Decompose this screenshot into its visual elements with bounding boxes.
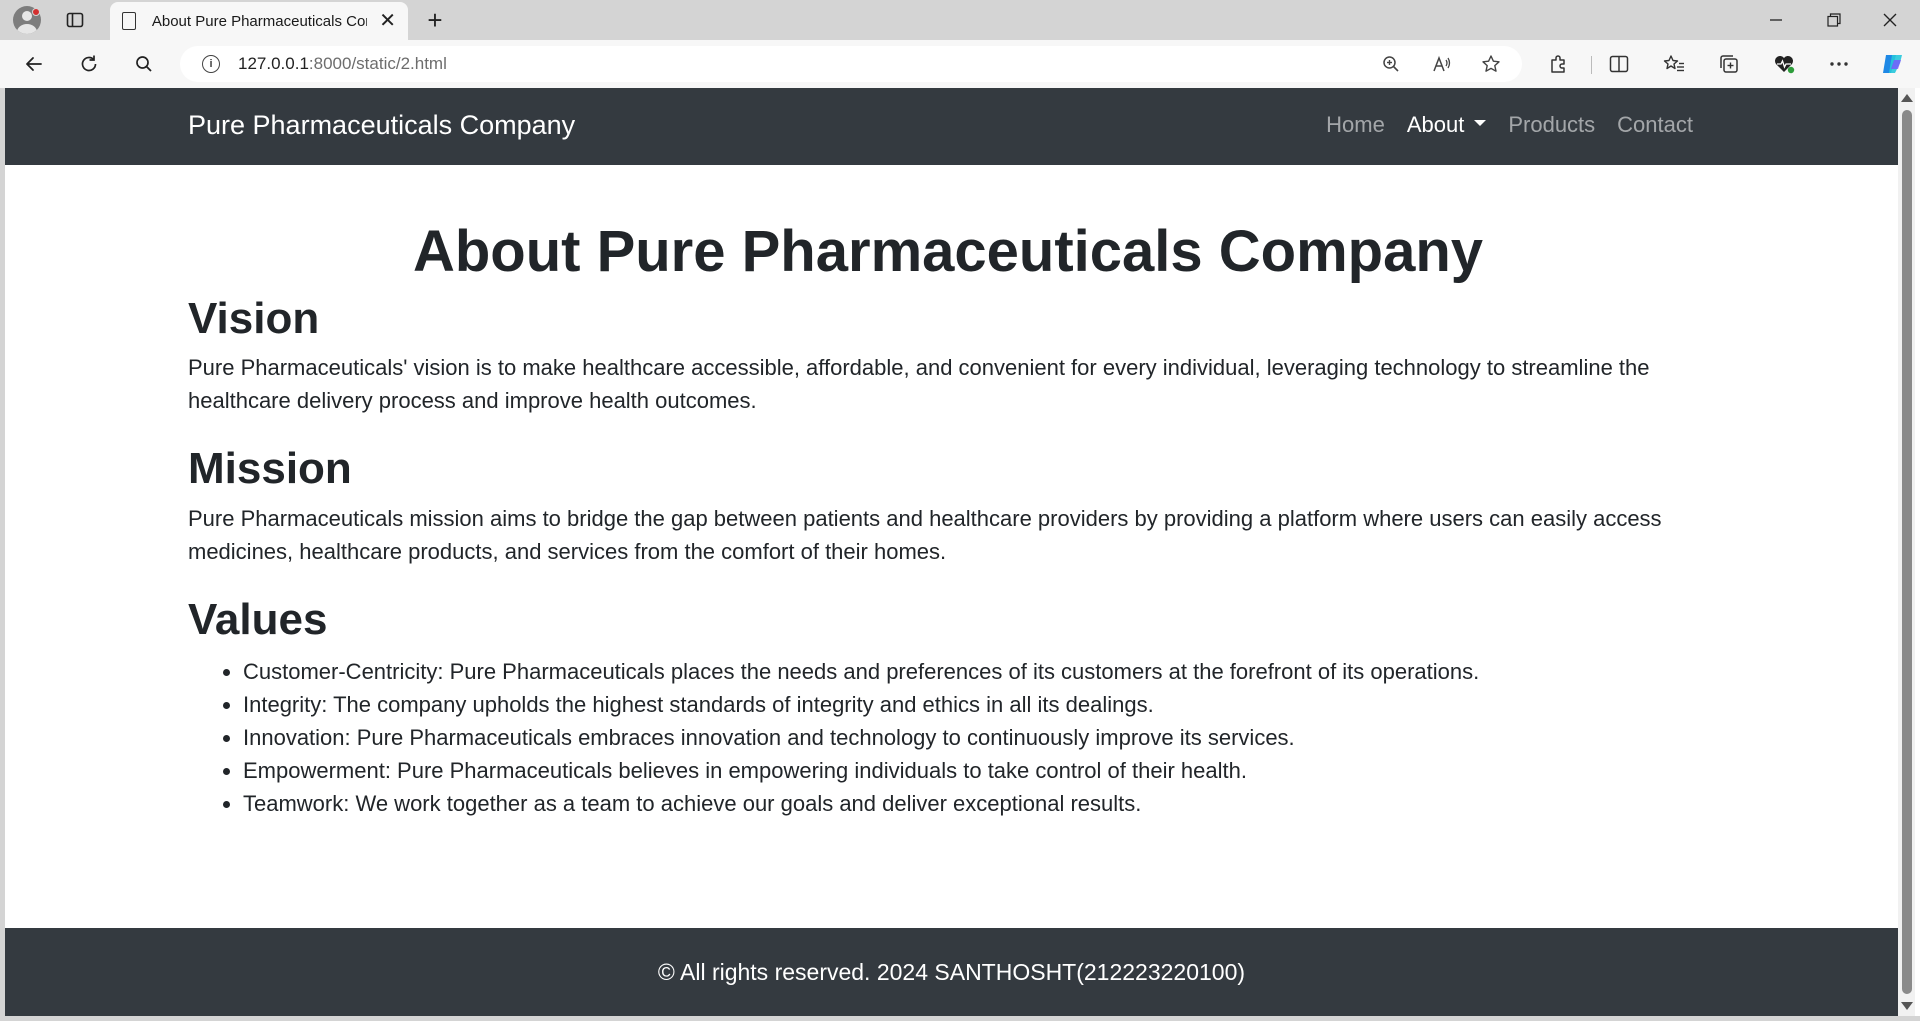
navbar-brand[interactable]: Pure Pharmaceuticals Company <box>188 110 575 141</box>
favorites-icon[interactable] <box>1657 50 1691 78</box>
values-list-item: Integrity: The company upholds the highe… <box>243 688 1708 721</box>
minimize-icon[interactable] <box>1748 0 1804 40</box>
site-footer: © All rights reserved. 2024 SANTHOSHT(21… <box>5 928 1898 1016</box>
nav-links: Home About Products Contact <box>1315 112 1704 138</box>
close-window-icon[interactable] <box>1862 0 1918 40</box>
page-viewport: Pure Pharmaceuticals Company Home About … <box>5 88 1898 1016</box>
extensions-icon[interactable] <box>1541 50 1575 78</box>
profile-avatar-icon[interactable] <box>12 6 42 34</box>
scroll-down-arrow-icon[interactable] <box>1901 1002 1913 1010</box>
zoom-icon[interactable] <box>1374 46 1408 82</box>
site-info-icon[interactable]: i <box>202 55 220 73</box>
browser-essentials-icon[interactable] <box>1767 50 1801 78</box>
nav-link-products[interactable]: Products <box>1497 112 1606 138</box>
vision-heading: Vision <box>188 293 320 343</box>
values-list-item: Customer-Centricity: Pure Pharmaceutical… <box>243 655 1708 688</box>
tab-actions-icon[interactable] <box>60 6 90 34</box>
values-list-item: Teamwork: We work together as a team to … <box>243 787 1708 820</box>
mission-heading: Mission <box>188 444 352 494</box>
favorite-star-icon[interactable] <box>1474 46 1508 82</box>
close-tab-icon[interactable]: ✕ <box>379 11 396 31</box>
tab-title: About Pure Pharmaceuticals Company <box>151 12 367 30</box>
browser-tab-bar: About Pure Pharmaceuticals Company ✕ + <box>0 0 1920 40</box>
read-aloud-icon[interactable] <box>1425 46 1459 82</box>
copilot-icon[interactable] <box>1876 50 1910 78</box>
restore-icon[interactable] <box>1806 0 1862 40</box>
values-heading: Values <box>188 595 328 645</box>
collections-icon[interactable] <box>1712 50 1746 78</box>
address-bar[interactable]: i 127.0.0.1:8000/static/2.html <box>180 46 1522 82</box>
values-list: Customer-Centricity: Pure Pharmaceutical… <box>188 655 1708 820</box>
values-list-item: Empowerment: Pure Pharmaceuticals believ… <box>243 754 1708 787</box>
site-navbar: Pure Pharmaceuticals Company Home About … <box>5 88 1898 165</box>
nav-link-about-label: About <box>1406 112 1465 137</box>
nav-link-home[interactable]: Home <box>1315 112 1396 138</box>
caret-down-icon <box>1474 120 1487 127</box>
footer-copyright: © All rights reserved. 2024 SANTHOSHT(21… <box>657 958 1246 985</box>
page-icon <box>122 12 136 30</box>
back-icon[interactable] <box>18 50 50 78</box>
refresh-icon[interactable] <box>73 50 105 78</box>
search-icon[interactable] <box>128 50 160 78</box>
vision-text: Pure Pharmaceuticals' vision is to make … <box>188 355 1650 414</box>
more-options-icon[interactable] <box>1822 50 1856 78</box>
browser-tab-active[interactable]: About Pure Pharmaceuticals Company ✕ <box>110 2 408 40</box>
page-scrollbar[interactable] <box>1898 88 1915 1016</box>
new-tab-button[interactable]: + <box>420 5 450 35</box>
scroll-up-arrow-icon[interactable] <box>1901 94 1913 102</box>
scrollbar-thumb[interactable] <box>1902 110 1912 994</box>
browser-toolbar: i 127.0.0.1:8000/static/2.html <box>0 40 1920 88</box>
url-text[interactable]: 127.0.0.1:8000/static/2.html <box>238 54 447 74</box>
mission-text: Pure Pharmaceuticals mission aims to bri… <box>188 506 1662 565</box>
toolbar-divider <box>1591 56 1592 74</box>
page-title: About Pure Pharmaceuticals Company <box>412 219 1484 284</box>
main-content: About Pure Pharmaceuticals Company Visio… <box>188 165 1708 820</box>
nav-link-about-dropdown[interactable]: About <box>1396 112 1498 138</box>
nav-link-contact[interactable]: Contact <box>1606 112 1704 138</box>
values-list-item: Innovation: Pure Pharmaceuticals embrace… <box>243 721 1708 754</box>
window-border-bottom <box>0 1016 1920 1021</box>
split-screen-icon[interactable] <box>1602 50 1636 78</box>
